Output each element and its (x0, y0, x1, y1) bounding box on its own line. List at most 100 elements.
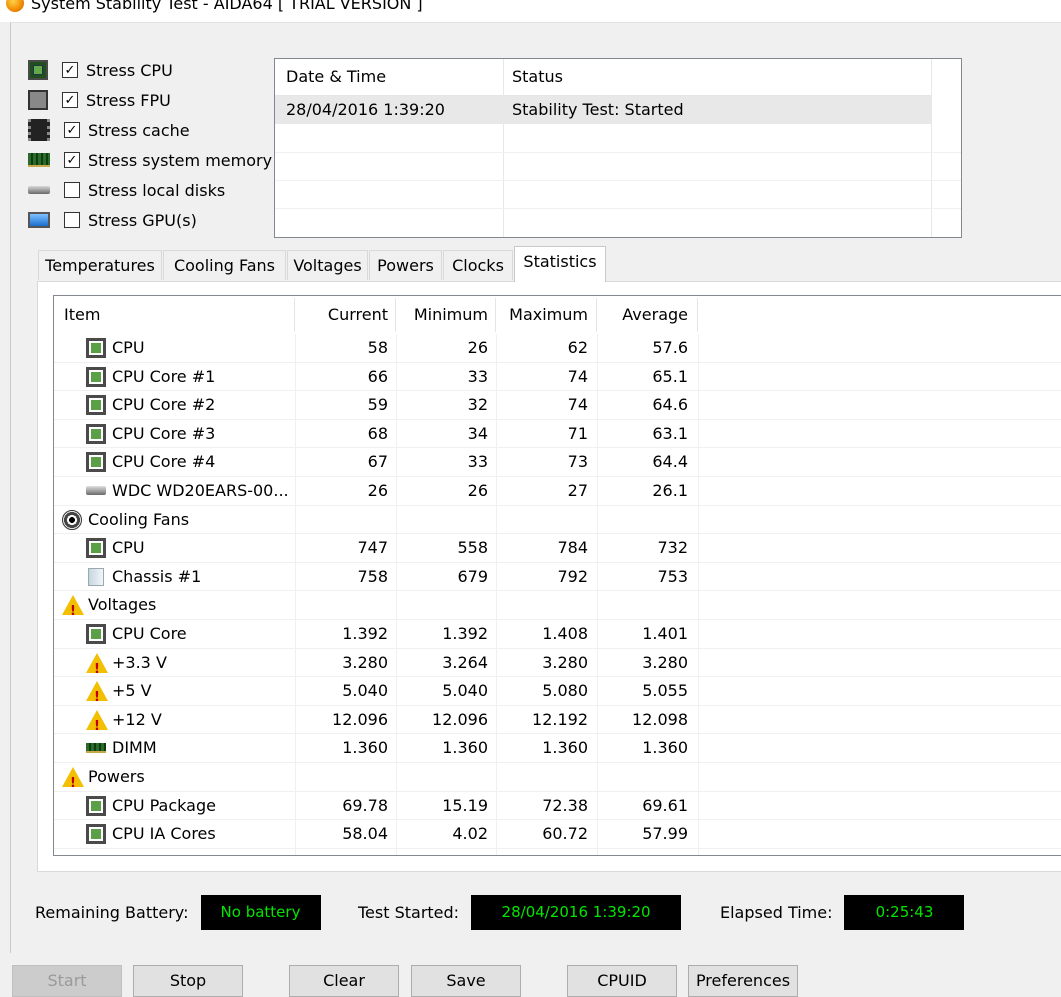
row-item: Voltages (62, 591, 157, 626)
dimm-icon (86, 743, 106, 754)
log-gridline (275, 180, 961, 181)
table-row[interactable]: DIMM 1.360 1.360 1.360 1.360 (54, 734, 1061, 763)
tab-clocks[interactable]: Clocks (443, 250, 513, 280)
row-maximum: 1.408 (542, 623, 588, 643)
row-item-label: +3.3 V (112, 652, 167, 672)
statistics-body: CPU 58 26 62 57.6 CPU Core #1 66 33 74 65.1 CPU Co… (54, 334, 1061, 849)
stress-memory-label: Stress system memory (88, 150, 273, 170)
stress-gpu-option[interactable]: Stress GPU(s) (28, 208, 197, 232)
event-log[interactable]: Date & Time Status 28/04/2016 1:39:20 St… (274, 58, 962, 238)
cpu-icon (86, 824, 106, 845)
row-maximum: 792 (557, 566, 588, 586)
chassis-icon (88, 567, 104, 586)
row-current: 66 (367, 366, 388, 386)
stress-cpu-checkbox[interactable]: ✓ (62, 62, 78, 78)
row-item: Cooling Fans (62, 506, 189, 534)
group-row[interactable]: Cooling Fans (54, 506, 1061, 535)
stress-cache-option[interactable]: ✓ Stress cache (28, 118, 190, 142)
row-minimum: 26 (467, 338, 488, 357)
warning-icon (62, 766, 84, 798)
tab-statistics[interactable]: Statistics (514, 246, 606, 282)
row-item-label: CPU Package (112, 795, 216, 815)
test-started-value: 28/04/2016 1:39:20 (471, 895, 682, 930)
row-average: 5.055 (642, 681, 688, 701)
row-current: 69.78 (342, 795, 388, 815)
tab-voltages[interactable]: Voltages (287, 250, 368, 280)
table-row[interactable]: +5 V 5.040 5.040 5.080 5.055 (54, 677, 1061, 712)
statistics-header: Item Current Minimum Maximum Average (54, 296, 1061, 334)
statistics-table[interactable]: Item Current Minimum Maximum Average CPU… (53, 295, 1061, 856)
row-minimum (394, 506, 488, 534)
stress-cache-checkbox[interactable]: ✓ (64, 122, 80, 138)
preferences-button[interactable]: Preferences (688, 965, 798, 997)
table-row[interactable]: CPU 58 26 62 57.6 (54, 334, 1061, 363)
row-item: +5 V (86, 677, 152, 712)
col-average[interactable]: Average (594, 296, 688, 334)
elapsed-time-label: Elapsed Time: (720, 903, 833, 922)
row-minimum: 32 (467, 395, 488, 415)
tab-temperatures[interactable]: Temperatures (38, 250, 162, 280)
table-row[interactable]: +12 V 12.096 12.096 12.192 12.098 (54, 706, 1061, 741)
tab-powers[interactable]: Powers (369, 250, 442, 280)
row-maximum: 784 (557, 538, 588, 558)
log-divider (931, 59, 932, 237)
table-row[interactable]: WDC WD20EARS-00... 26 26 27 26.1 (54, 477, 1061, 506)
table-row[interactable]: Chassis #1 758 679 792 753 (54, 563, 1061, 592)
table-row[interactable]: CPU Core #1 66 33 74 65.1 (54, 363, 1061, 392)
row-item-label: Voltages (88, 595, 157, 615)
stress-memory-checkbox[interactable]: ✓ (64, 152, 80, 168)
table-row[interactable]: CPU Core 1.392 1.392 1.408 1.401 (54, 620, 1061, 649)
log-datetime: 28/04/2016 1:39:20 (286, 100, 445, 119)
stress-cpu-option[interactable]: ✓ Stress CPU (28, 58, 173, 82)
cpu-icon (86, 338, 106, 358)
title-bar: System Stability Test - AIDA64 [ TRIAL V… (0, 0, 1061, 22)
table-row[interactable]: CPU Package 69.78 15.19 72.38 69.61 (54, 792, 1061, 821)
col-maximum[interactable]: Maximum (494, 296, 588, 334)
group-row[interactable]: Powers (54, 763, 1061, 798)
stress-cache-label: Stress cache (88, 120, 190, 140)
row-average: 12.098 (632, 709, 688, 729)
table-row[interactable]: CPU Core #4 67 33 73 64.4 (54, 448, 1061, 477)
row-item: +12 V (86, 706, 162, 741)
log-row[interactable]: 28/04/2016 1:39:20 Stability Test: Start… (275, 96, 931, 124)
row-item: CPU Core (86, 620, 187, 648)
row-average: 64.6 (652, 395, 688, 415)
row-item-label: CPU Core #3 (112, 423, 216, 443)
col-current[interactable]: Current (294, 296, 388, 334)
stop-button[interactable]: Stop (133, 965, 243, 997)
test-started-label: Test Started: (358, 903, 460, 922)
save-button[interactable]: Save (411, 965, 521, 997)
table-row[interactable]: CPU Core #2 59 32 74 64.6 (54, 391, 1061, 420)
stress-disks-option[interactable]: Stress local disks (28, 178, 225, 202)
row-current (294, 763, 388, 791)
tab-cooling-fans[interactable]: Cooling Fans (163, 250, 286, 280)
log-header: Date & Time Status (275, 59, 931, 96)
table-row[interactable]: CPU IA Cores 58.04 4.02 60.72 57.99 (54, 820, 1061, 849)
table-row[interactable]: CPU Core #3 68 34 71 63.1 (54, 420, 1061, 449)
group-row[interactable]: Voltages (54, 591, 1061, 626)
log-divider (503, 59, 504, 237)
col-item[interactable]: Item (64, 296, 100, 334)
row-maximum: 27 (567, 480, 588, 500)
log-col-datetime[interactable]: Date & Time (275, 59, 503, 95)
start-button[interactable]: Start (12, 965, 122, 997)
table-row[interactable]: +3.3 V 3.280 3.264 3.280 3.280 (54, 649, 1061, 684)
stress-disks-checkbox[interactable] (64, 182, 80, 198)
stress-gpu-checkbox[interactable] (64, 212, 80, 228)
row-item-label: CPU IA Cores (112, 824, 216, 844)
table-row[interactable]: CPU 747 558 784 732 (54, 534, 1061, 563)
row-item-label: CPU Core #2 (112, 395, 216, 415)
row-average: 1.401 (642, 623, 688, 643)
stress-memory-option[interactable]: ✓ Stress system memory (28, 148, 272, 172)
row-item-label: DIMM (112, 738, 157, 758)
row-average: 65.1 (652, 366, 688, 386)
row-current: 5.040 (342, 681, 388, 701)
stress-fpu-option[interactable]: ✓ Stress FPU (28, 88, 171, 112)
window-title: System Stability Test - AIDA64 [ TRIAL V… (31, 0, 423, 13)
stress-fpu-checkbox[interactable]: ✓ (62, 92, 78, 108)
clear-button[interactable]: Clear (289, 965, 399, 997)
log-col-status[interactable]: Status (501, 59, 931, 95)
row-item: CPU (86, 334, 145, 362)
cpuid-button[interactable]: CPUID (567, 965, 677, 997)
col-minimum[interactable]: Minimum (394, 296, 488, 334)
